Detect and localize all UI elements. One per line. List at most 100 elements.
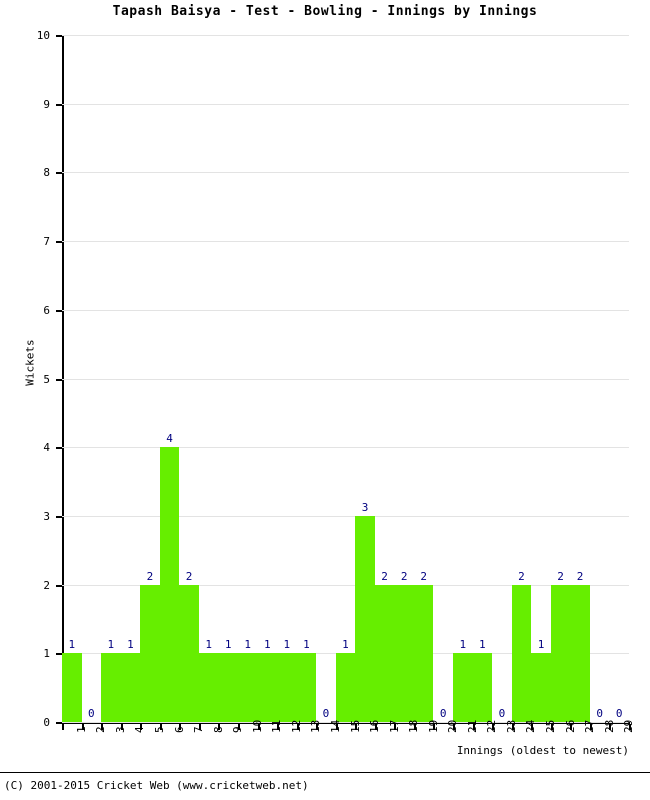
y-tick-label: 5 [43,372,50,386]
x-tick-mark [198,724,201,730]
bar [277,653,297,722]
x-tick-mark [120,724,123,730]
y-tick-label: 7 [43,235,50,249]
x-tick-mark [492,724,495,730]
x-tick-mark [81,724,84,730]
bar [62,653,82,722]
y-tick-label: 2 [43,578,50,592]
gridline [62,515,629,517]
gridline [62,35,629,36]
x-tick-mark [374,724,377,730]
x-axis-title: Innings (oldest to newest) [456,744,629,757]
bar [335,653,356,722]
x-tick-mark [453,724,456,730]
x-tick-mark [257,724,260,730]
bar [413,584,434,722]
bar-value-label: 1 [303,638,310,652]
x-tick-mark [296,724,299,730]
bar-value-label: 1 [205,638,212,652]
bar-value-label: 2 [518,569,525,583]
x-tick-mark [335,724,338,730]
bar-value-label: 1 [127,638,134,652]
y-tick-label: 3 [43,509,50,523]
bar-value-label: 1 [224,638,232,652]
x-tick-mark [179,724,182,730]
y-tick-label: 9 [43,97,50,111]
bar-value-label: 4 [166,432,173,446]
x-tick-mark [62,724,64,730]
bar [472,653,493,722]
y-tick-label: 10 [36,29,50,42]
x-tick-mark [140,724,143,730]
x-tick-mark [511,724,514,730]
x-tick-mark [531,724,534,730]
bar [159,447,180,722]
chart-title: Tapash Baisya - Test - Bowling - Innings… [112,4,538,19]
bar [101,653,121,722]
bar [140,584,160,722]
bar [374,584,395,722]
bar [511,584,532,722]
x-tick-mark [101,724,104,730]
x-tick-mark [629,724,631,730]
gridline [62,378,629,380]
bar-value-label: 1 [283,638,291,652]
bar-value-label: 0 [88,707,95,720]
bar [198,653,219,722]
x-tick-mark [550,724,553,730]
bar [120,653,141,722]
gridline [62,241,629,243]
x-tick-mark [589,724,592,730]
bar-value-label: 0 [322,707,330,720]
bar-value-label: 2 [400,569,408,583]
gridline [62,309,629,311]
bar-value-label: 2 [381,569,388,583]
bar [296,653,317,722]
bar [531,653,551,722]
gridline [62,447,629,449]
footer-divider [0,772,650,773]
y-tick-label: 1 [43,647,50,661]
bar [394,584,414,722]
bar-value-label: 1 [479,638,486,652]
bar [179,584,199,722]
footer-copyright: (C) 2001-2015 Cricket Web (www.cricketwe… [4,779,309,792]
bar-value-label: 0 [596,707,603,720]
y-tick-label: 8 [43,166,50,180]
gridline [62,172,629,174]
bar [257,653,278,722]
x-tick-mark [159,724,162,730]
gridline [62,103,629,105]
bar [355,515,375,722]
bar-value-label: 0 [439,707,447,720]
x-tick-mark [570,724,573,730]
x-tick-mark [237,724,240,730]
bar [550,584,571,722]
bar [453,653,473,722]
x-tick-mark [472,724,475,730]
y-tick-label: 0 [43,716,50,729]
bar-value-label: 1 [537,638,545,652]
y-axis-title: Wickets [23,339,37,386]
x-tick-mark [355,724,358,730]
bar-value-label: 1 [459,638,467,652]
bar [237,653,258,722]
bar-value-label: 1 [342,638,349,652]
bar [570,584,590,722]
x-tick-mark [609,724,612,730]
bar-value-label: 2 [146,569,154,583]
bar-value-label: 3 [361,500,369,514]
bar-value-label: 1 [107,638,115,652]
y-tick-label: 4 [43,441,50,455]
bar-value-label: 1 [263,638,271,652]
plot-area: 10112421111110132220110212200 [62,35,629,723]
y-tick-label: 6 [43,303,50,317]
bar-value-label: 2 [185,569,193,583]
bar-value-label: 2 [420,569,427,583]
x-tick-mark [413,724,416,730]
x-tick-mark [218,724,221,730]
bar-value-label: 2 [557,569,564,583]
x-tick-mark [316,724,319,730]
bar-value-label: 0 [615,707,623,720]
bar [218,653,238,722]
